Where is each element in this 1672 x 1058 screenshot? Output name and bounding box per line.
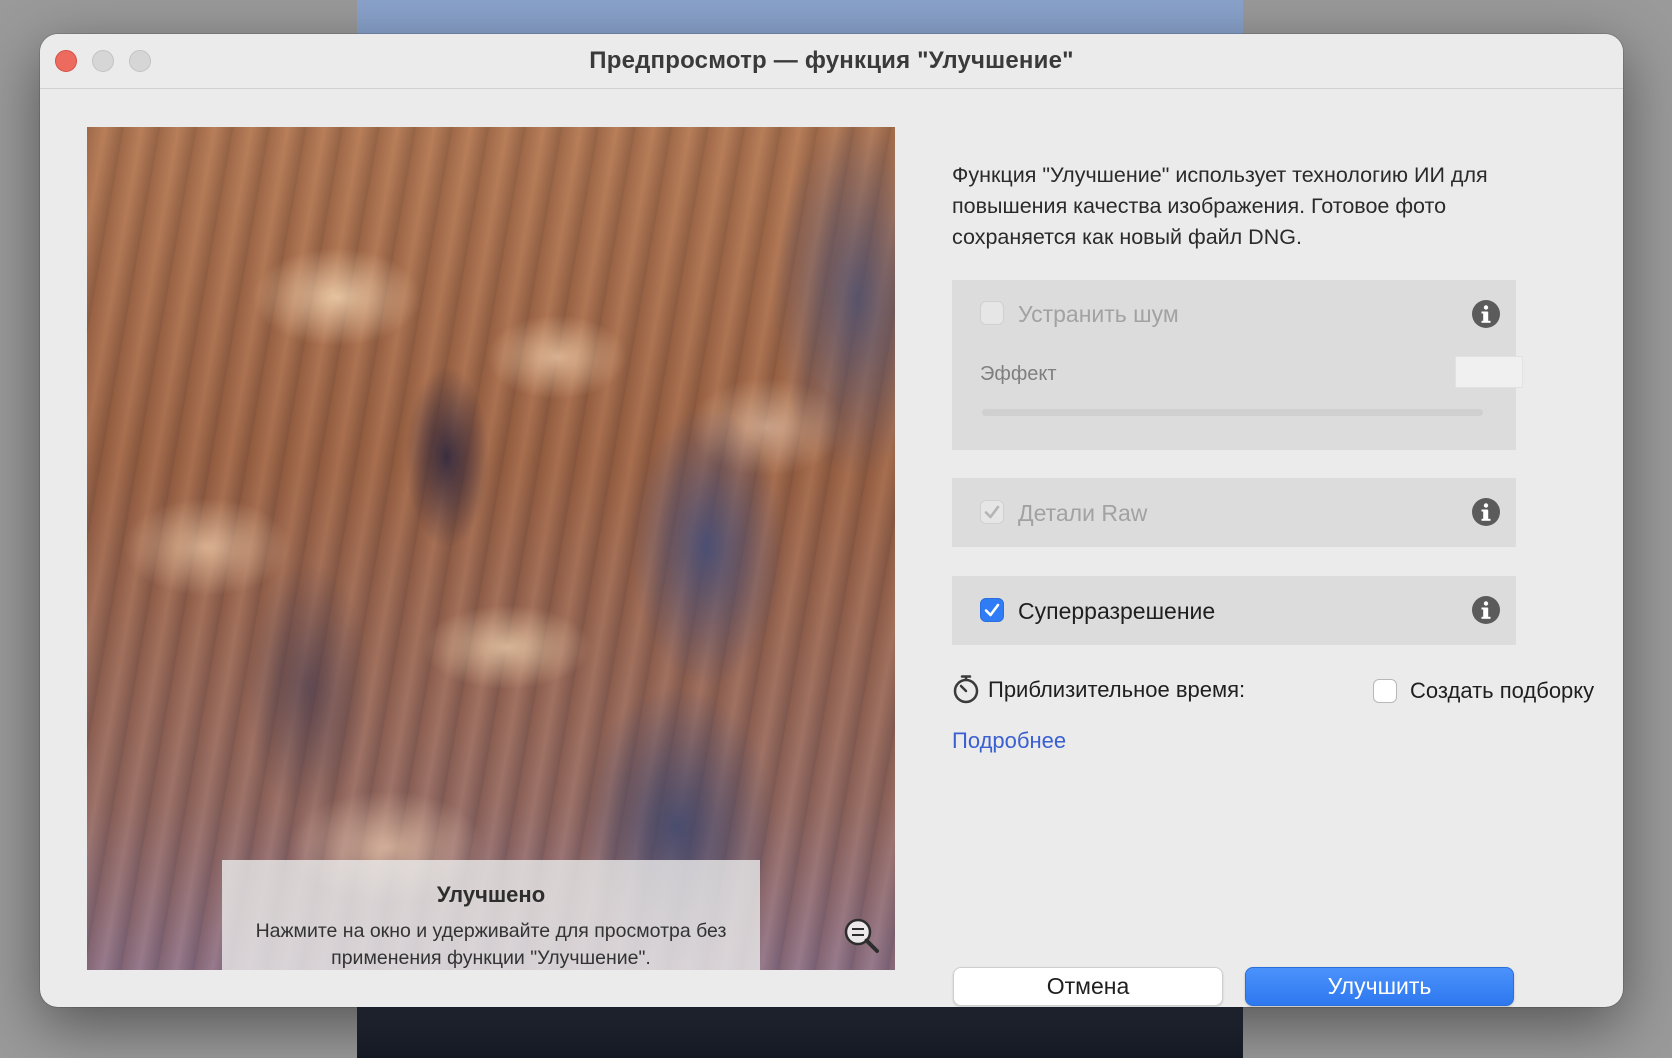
preview-overlay: Улучшено Нажмите на окно и удерживайте д… bbox=[222, 860, 760, 970]
raw-details-info-icon[interactable] bbox=[1471, 497, 1501, 527]
super-resolution-checkbox[interactable] bbox=[980, 598, 1004, 622]
title-bar: Предпросмотр — функция "Улучшение" bbox=[40, 34, 1623, 89]
denoise-info-icon[interactable] bbox=[1471, 299, 1501, 329]
enhanced-preview-image[interactable]: Улучшено Нажмите на окно и удерживайте д… bbox=[87, 127, 895, 970]
window-title: Предпросмотр — функция "Улучшение" bbox=[589, 47, 1074, 74]
super-resolution-section: Суперразрешение bbox=[952, 576, 1516, 645]
overlay-title: Улучшено bbox=[436, 882, 546, 907]
estimated-time-label: Приблизительное время: bbox=[988, 677, 1246, 702]
enhance-preview-dialog: Предпросмотр — функция "Улучшение" Улучш… bbox=[40, 34, 1623, 1007]
stopwatch-icon bbox=[952, 674, 980, 704]
create-stack-checkbox[interactable] bbox=[1373, 679, 1397, 703]
super-resolution-label: Суперразрешение bbox=[1018, 598, 1216, 624]
denoise-checkbox[interactable] bbox=[980, 301, 1004, 325]
raw-details-section: Детали Raw bbox=[952, 478, 1516, 547]
effect-label: Эффект bbox=[980, 363, 1057, 385]
create-stack-label[interactable]: Создать подборку bbox=[1410, 678, 1594, 704]
raw-details-checkbox[interactable] bbox=[980, 500, 1004, 524]
effect-value-field[interactable] bbox=[1455, 356, 1523, 388]
learn-more-link[interactable]: Подробнее bbox=[952, 728, 1066, 754]
zoom-out-icon[interactable] bbox=[842, 916, 882, 956]
denoise-label: Устранить шум bbox=[1018, 301, 1179, 327]
raw-details-label: Детали Raw bbox=[1018, 500, 1148, 526]
feature-description: Функция "Улучшение" использует технологи… bbox=[952, 163, 1488, 249]
effect-slider[interactable] bbox=[982, 409, 1483, 416]
overlay-hint: Нажмите на окно и удерживайте для просмо… bbox=[255, 920, 727, 969]
super-resolution-info-icon[interactable] bbox=[1471, 595, 1501, 625]
cancel-button[interactable]: Отмена bbox=[953, 967, 1223, 1006]
enhance-button[interactable]: Улучшить bbox=[1245, 967, 1514, 1006]
denoise-section: Устранить шум Эффект bbox=[952, 280, 1523, 450]
